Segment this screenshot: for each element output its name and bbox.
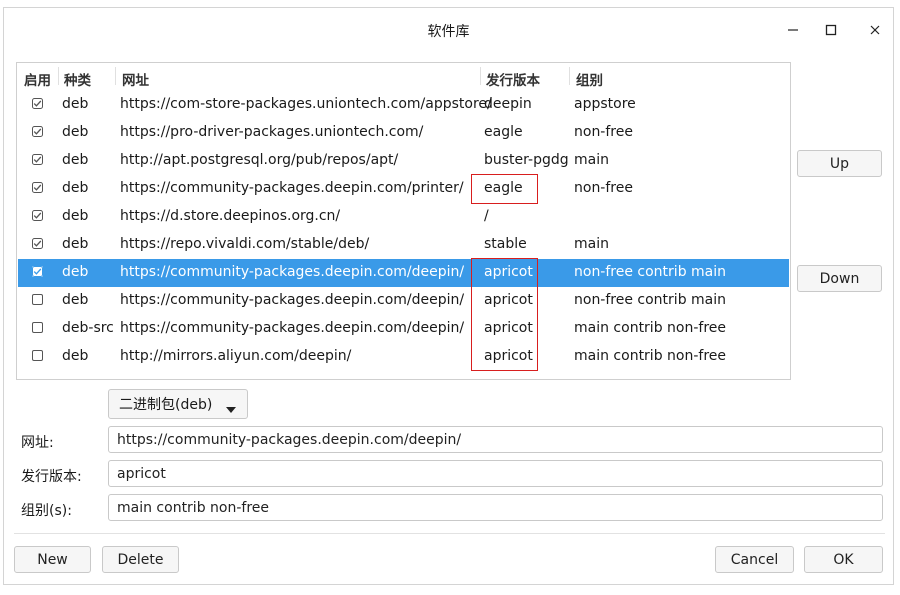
checkbox-checked[interactable] [32, 154, 43, 165]
cell-url: http://mirrors.aliyun.com/deepin/ [120, 348, 352, 364]
cell-components: non-free [574, 124, 633, 140]
caret-down-icon [226, 401, 236, 417]
checkbox-checked[interactable] [32, 182, 43, 193]
up-button[interactable]: Up [797, 150, 882, 177]
delete-button[interactable]: Delete [102, 546, 179, 573]
checkbox-checked[interactable] [32, 266, 43, 277]
header-enabled[interactable]: 启用 [24, 69, 51, 89]
minimize-icon[interactable] [779, 18, 807, 42]
cell-type: deb [62, 96, 89, 112]
footer-divider [14, 533, 885, 534]
cell-distribution: buster-pgdg [484, 152, 569, 168]
cell-url: https://community-packages.deepin.com/de… [120, 292, 465, 308]
table-row[interactable]: deb https://pro-driver-packages.uniontech… [18, 119, 789, 147]
cell-url: https://community-packages.deepin.com/de… [120, 320, 465, 336]
package-type-select[interactable]: 二进制包(deb) [108, 389, 248, 419]
cell-url: https://d.store.deepinos.org.cn/ [120, 208, 341, 224]
new-button[interactable]: New [14, 546, 91, 573]
distribution-label: 发行版本: [21, 469, 82, 485]
header-url[interactable]: 网址 [122, 69, 149, 89]
cell-type: deb [62, 152, 89, 168]
down-button[interactable]: Down [797, 265, 882, 292]
cell-type: deb [62, 124, 89, 140]
cell-url: https://repo.vivaldi.com/stable/deb/ [120, 236, 370, 252]
cell-type: deb [62, 264, 89, 280]
header-separator [58, 67, 59, 85]
cell-components: non-free contrib main [574, 292, 727, 308]
table-row[interactable]: deb https://community-packages.deepin.com… [18, 175, 789, 203]
header-separator [569, 67, 570, 85]
cell-distribution: eagle [484, 124, 523, 140]
cell-type: deb [62, 236, 89, 252]
cancel-button[interactable]: Cancel [715, 546, 794, 573]
table-row[interactable]: deb https://community-packages.deepin.com… [18, 287, 789, 315]
cell-components: main contrib non-free [574, 320, 727, 336]
title-bar[interactable]: 软件库 [4, 8, 893, 52]
cell-type: deb-src [62, 320, 114, 336]
package-type-value: 二进制包(deb) [119, 397, 213, 413]
cell-distribution: apricot [484, 348, 533, 364]
table-row[interactable]: deb http://apt.postgresql.org/pub/repos/a… [18, 147, 789, 175]
checkbox-checked[interactable] [32, 238, 43, 249]
header-type[interactable]: 种类 [64, 69, 91, 89]
url-label: 网址: [21, 435, 54, 451]
header-distribution[interactable]: 发行版本 [486, 69, 540, 89]
checkbox-checked[interactable] [32, 210, 43, 221]
table-row[interactable]: deb http://mirrors.aliyun.com/deepin/apri… [18, 343, 789, 371]
cell-url: https://pro-driver-packages.uniontech.co… [120, 124, 424, 140]
sources-table[interactable]: 启用 种类 网址 发行版本 组别 deb https://com-store-pa… [16, 62, 791, 380]
software-sources-dialog: 软件库 启用 种类 网址 发行版本 组别 deb https://com-stor… [3, 7, 894, 585]
checkbox-unchecked[interactable] [32, 350, 43, 361]
checkbox-unchecked[interactable] [32, 322, 43, 333]
cell-distribution: eagle [484, 180, 523, 196]
cell-type: deb [62, 180, 89, 196]
header-components[interactable]: 组别 [576, 69, 603, 89]
checkbox-checked[interactable] [32, 98, 43, 109]
table-header: 启用 种类 网址 发行版本 组别 [17, 63, 790, 91]
cell-url: http://apt.postgresql.org/pub/repos/apt/ [120, 152, 399, 168]
cell-components: non-free [574, 180, 633, 196]
table-row[interactable]: deb-src https://community-packages.deepin… [18, 315, 789, 343]
url-input[interactable] [108, 426, 883, 453]
cell-components: main [574, 152, 609, 168]
ok-button[interactable]: OK [804, 546, 883, 573]
cell-url: https://com-store-packages.uniontech.com… [120, 96, 492, 112]
cell-type: deb [62, 208, 89, 224]
header-separator [480, 67, 481, 85]
components-input[interactable] [108, 494, 883, 521]
checkbox-unchecked[interactable] [32, 294, 43, 305]
cell-distribution: apricot [484, 320, 533, 336]
cell-distribution: stable [484, 236, 527, 252]
cell-distribution: apricot [484, 264, 533, 280]
header-separator [115, 67, 116, 85]
maximize-icon[interactable] [817, 18, 845, 42]
cell-components: non-free contrib main [574, 264, 727, 280]
distribution-input[interactable] [108, 460, 883, 487]
components-label: 组别(s): [21, 503, 72, 519]
window-title: 软件库 [427, 24, 470, 40]
cell-type: deb [62, 348, 89, 364]
cell-components: main contrib non-free [574, 348, 727, 364]
table-row[interactable]: deb https://com-store-packages.uniontech.… [18, 91, 789, 119]
close-icon[interactable] [861, 18, 889, 42]
cell-components: main [574, 236, 609, 252]
cell-components: appstore [574, 96, 636, 112]
cell-type: deb [62, 292, 89, 308]
cell-distribution: deepin [484, 96, 532, 112]
cell-url: https://community-packages.deepin.com/de… [120, 264, 465, 280]
cell-url: https://community-packages.deepin.com/pr… [120, 180, 464, 196]
cell-distribution: / [484, 208, 489, 224]
checkbox-checked[interactable] [32, 126, 43, 137]
table-row[interactable]: deb https://d.store.deepinos.org.cn/ / [18, 203, 789, 231]
table-row[interactable]: deb https://repo.vivaldi.com/stable/deb/s… [18, 231, 789, 259]
cell-distribution: apricot [484, 292, 533, 308]
table-row[interactable]: deb https://community-packages.deepin.com… [18, 259, 789, 287]
